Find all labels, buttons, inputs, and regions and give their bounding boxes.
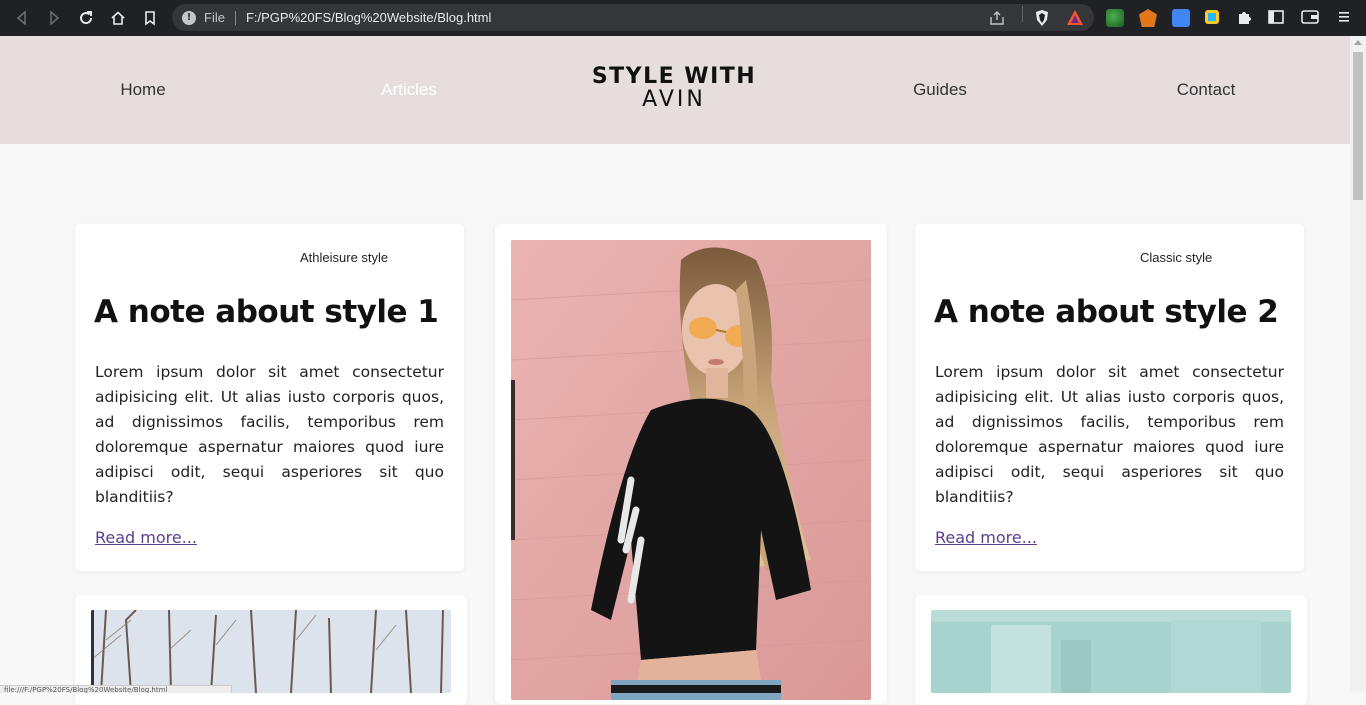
metamask-fox-icon[interactable] [1139,9,1157,27]
nav-guides[interactable]: Guides [913,80,967,100]
brave-shield-icon[interactable] [1034,9,1050,27]
fashion-photo-image [511,240,871,700]
toolbar-divider [1022,6,1023,22]
extension-colorzilla-icon[interactable] [1205,10,1219,24]
site-logo[interactable]: STYLE WITH AVIN [592,65,756,111]
trees-photo-image [91,610,451,693]
scrollbar-thumb[interactable] [1353,52,1363,200]
reload-icon [80,11,93,25]
card-title: A note about style 1 [94,294,439,330]
mint-wall-photo-image [931,610,1291,693]
read-more-link[interactable]: Read more... [935,528,1037,547]
read-more-link[interactable]: Read more... [95,528,197,547]
scroll-up-arrow-icon[interactable] [1354,40,1362,45]
forward-icon [50,10,60,26]
wallet-icon[interactable] [1301,10,1319,24]
status-bar-url: file:///F:/PGP%20FS/Blog%20Website/Blog.… [0,685,232,693]
menu-icon[interactable] [1338,10,1350,24]
card-body: Lorem ipsum dolor sit amet consectetur a… [935,363,1284,506]
home-button[interactable] [102,2,134,34]
logo-line-2: AVIN [642,87,706,112]
translate-icon[interactable] [1172,9,1190,27]
nav-contact[interactable]: Contact [1177,80,1236,100]
card-body: Lorem ipsum dolor sit amet consectetur a… [95,363,444,506]
reload-button[interactable] [70,2,102,34]
forward-button[interactable] [38,2,70,34]
share-icon[interactable] [988,9,1006,27]
browser-toolbar: ! File F:/PGP%20FS/Blog%20Website/Blog.h… [0,0,1366,36]
bookmark-icon [145,11,155,26]
bookmark-button[interactable] [134,2,166,34]
card-tag: Athleisure style [300,250,389,265]
logo-line-1: STYLE WITH [591,64,757,89]
extension-earth-icon[interactable] [1106,9,1124,27]
nav-home[interactable]: Home [120,80,165,100]
extensions-puzzle-icon[interactable] [1236,9,1252,25]
card-title: A note about style 2 [934,294,1279,330]
page-scrollbar[interactable] [1350,36,1366,693]
card-tag: Classic style [1140,250,1213,265]
address-url[interactable]: F:/PGP%20FS/Blog%20Website/Blog.html [246,10,491,25]
fashion-photo[interactable] [511,240,871,700]
info-icon[interactable]: ! [182,10,196,25]
address-divider [234,10,236,25]
address-bar[interactable]: ! File F:/PGP%20FS/Blog%20Website/Blog.h… [172,4,1094,31]
brave-rewards-icon[interactable] [1066,9,1084,27]
trees-photo[interactable] [91,610,451,693]
back-button[interactable] [6,2,38,34]
nav-articles[interactable]: Articles [381,80,437,100]
home-icon [111,11,125,25]
mint-wall-photo[interactable] [931,610,1291,693]
back-icon [16,10,26,26]
address-scheme-label: File [204,10,225,25]
sidebar-icon[interactable] [1268,10,1284,24]
